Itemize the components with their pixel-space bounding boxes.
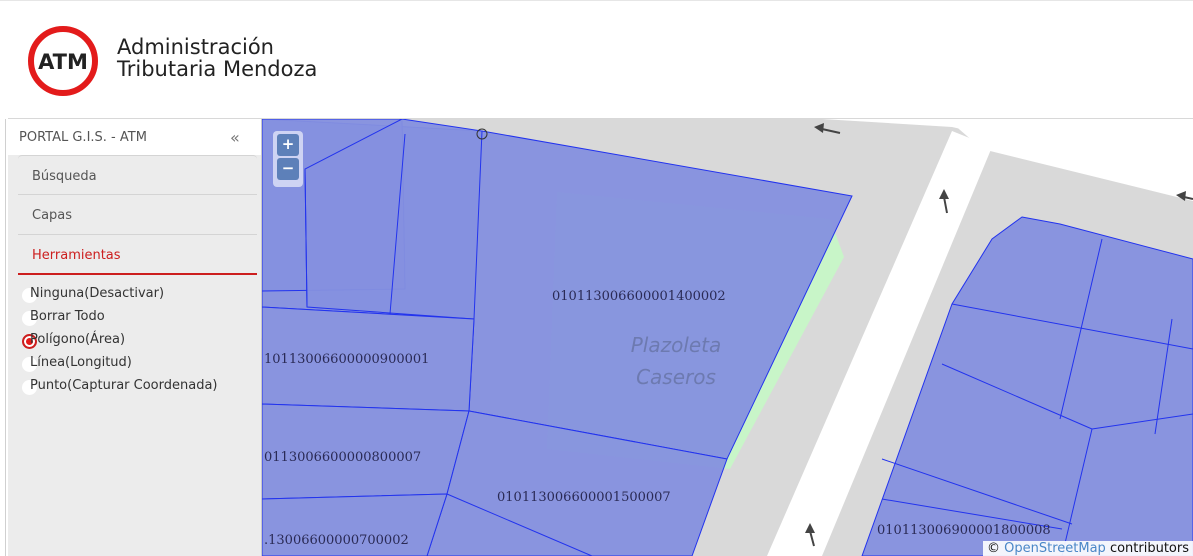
section-herramientas[interactable]: Herramientas xyxy=(18,235,257,275)
osm-link[interactable]: OpenStreetMap xyxy=(1004,541,1106,556)
tool-borrar-todo-label: Borrar Todo xyxy=(30,309,105,324)
parcel-label: 010113006600001500007 xyxy=(497,490,671,505)
tool-poligono-label: Polígono(Área) xyxy=(30,332,126,347)
sidebar: PORTAL G.I.S. - ATM « Búsqueda Capas Her… xyxy=(8,119,265,556)
map-canvas[interactable]: Plazoleta Caseros 010113006600001400002 … xyxy=(262,119,1193,556)
brand-name: Administración Tributaria Mendoza xyxy=(117,36,317,80)
tool-punto-label: Punto(Capturar Coordenada) xyxy=(30,378,218,393)
zoom-control: + − xyxy=(273,131,303,187)
tool-linea-label: Línea(Longitud) xyxy=(30,355,132,370)
collapse-sidebar-icon[interactable]: « xyxy=(230,128,240,147)
atm-logo: ATM xyxy=(28,26,98,96)
sidebar-header: PORTAL G.I.S. - ATM « xyxy=(8,119,261,155)
brand-line-2: Tributaria Mendoza xyxy=(117,57,318,81)
place-label-line-2: Caseros xyxy=(636,365,716,389)
parcel-label: .13006600000700002 xyxy=(264,533,409,548)
parcel-label: 0113006600000800007 xyxy=(264,450,421,465)
sidebar-title: PORTAL G.I.S. - ATM xyxy=(19,130,147,145)
header: ATM Administración Tributaria Mendoza xyxy=(0,0,1193,119)
map-viewport[interactable]: Plazoleta Caseros 010113006600001400002 … xyxy=(262,119,1193,556)
parcel-label: 10113006600000900001 xyxy=(264,352,429,367)
attribution-suffix: contributors xyxy=(1105,541,1189,556)
brand-line-1: Administración xyxy=(117,35,274,59)
parcel-label: 010113006600001400002 xyxy=(552,289,726,304)
map-attribution: © OpenStreetMap contributors xyxy=(983,541,1193,556)
zoom-in-button[interactable]: + xyxy=(277,134,299,156)
tool-ninguna-label: Ninguna(Desactivar) xyxy=(30,286,165,301)
section-busqueda[interactable]: Búsqueda xyxy=(18,155,257,195)
place-label-line-1: Plazoleta xyxy=(631,333,722,357)
sidebar-accordion: Búsqueda Capas Herramientas xyxy=(18,155,257,275)
parcel-label: 010113006900001800008 xyxy=(877,523,1051,538)
logo-text: ATM xyxy=(38,50,88,74)
zoom-out-button[interactable]: − xyxy=(277,158,299,180)
section-capas[interactable]: Capas xyxy=(18,195,257,235)
attribution-prefix: © xyxy=(987,541,1005,556)
